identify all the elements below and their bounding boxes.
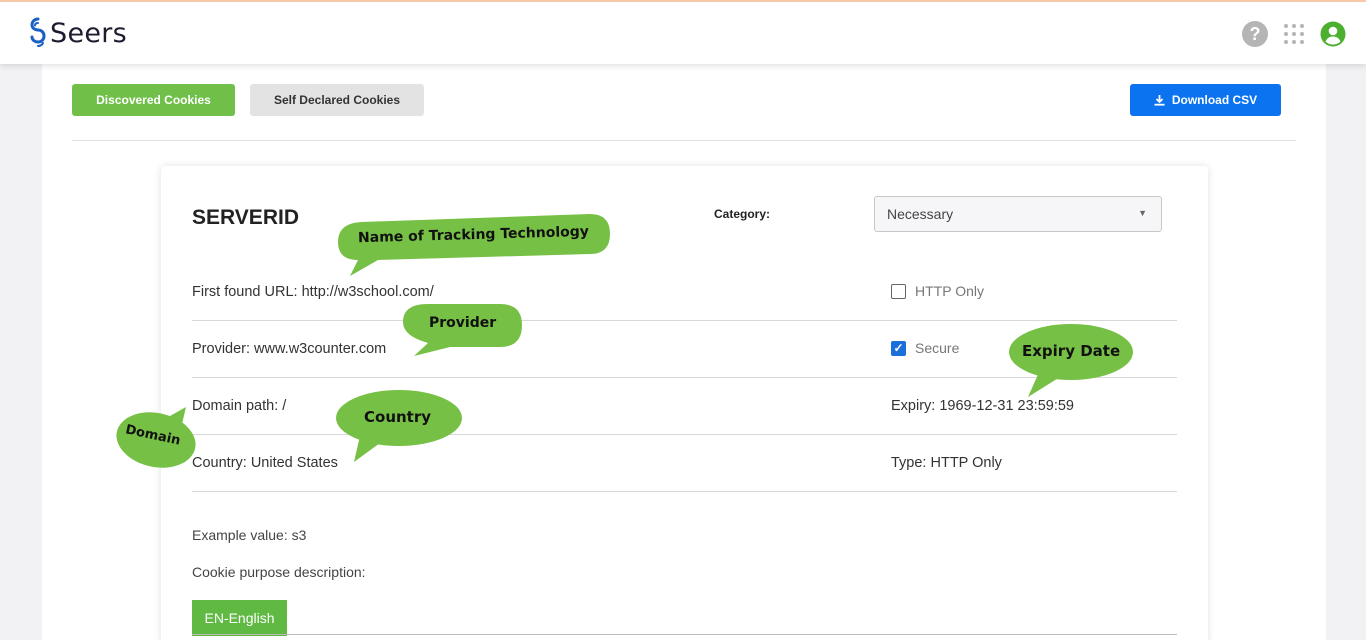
domain-path-field: Domain path: / (192, 398, 287, 414)
brand-name: Seers (50, 17, 128, 49)
first-found-url: First found URL: http://w3school.com/ (192, 284, 434, 300)
language-tab-en[interactable]: EN-English (192, 600, 287, 636)
row-divider (192, 377, 1177, 378)
user-account-icon[interactable] (1320, 21, 1346, 47)
divider (72, 140, 1296, 141)
seers-logo-icon (30, 17, 46, 47)
row-divider (192, 491, 1177, 492)
help-icon[interactable]: ? (1242, 21, 1268, 47)
expiry-field: Expiry: 1969-12-31 23:59:59 (891, 398, 1074, 414)
download-icon (1154, 94, 1165, 106)
secure-label: Secure (915, 340, 960, 356)
apps-grid-icon[interactable] (1282, 22, 1306, 46)
download-csv-button[interactable]: Download CSV (1130, 84, 1281, 116)
row-divider (192, 434, 1177, 435)
http-only-checkbox[interactable] (891, 284, 906, 299)
language-tab-underline (192, 634, 1177, 635)
cookie-name-title: SERVERID (192, 206, 299, 229)
country-field: Country: United States (192, 455, 338, 471)
discovered-cookies-tab[interactable]: Discovered Cookies (72, 84, 235, 116)
provider-field: Provider: www.w3counter.com (192, 341, 387, 357)
brand-logo[interactable]: Seers (28, 17, 127, 49)
dropdown-arrow-icon: ▼ (1138, 208, 1147, 218)
category-label: Category: (714, 207, 771, 221)
secure-checkbox[interactable]: ✓ (891, 341, 906, 356)
type-field: Type: HTTP Only (891, 455, 1002, 471)
top-header: Seers ? (0, 0, 1366, 64)
http-only-label: HTTP Only (915, 283, 984, 299)
download-csv-label: Download CSV (1171, 93, 1258, 107)
category-select[interactable]: Necessary ▼ (874, 196, 1162, 232)
cookie-purpose-label: Cookie purpose description: (192, 564, 366, 580)
example-value: Example value: s3 (192, 527, 307, 543)
cookie-detail-card: SERVERID Category: Necessary ▼ First fou… (161, 166, 1208, 640)
row-divider (192, 320, 1177, 321)
self-declared-cookies-tab[interactable]: Self Declared Cookies (250, 84, 424, 116)
category-selected-value: Necessary (887, 206, 954, 222)
